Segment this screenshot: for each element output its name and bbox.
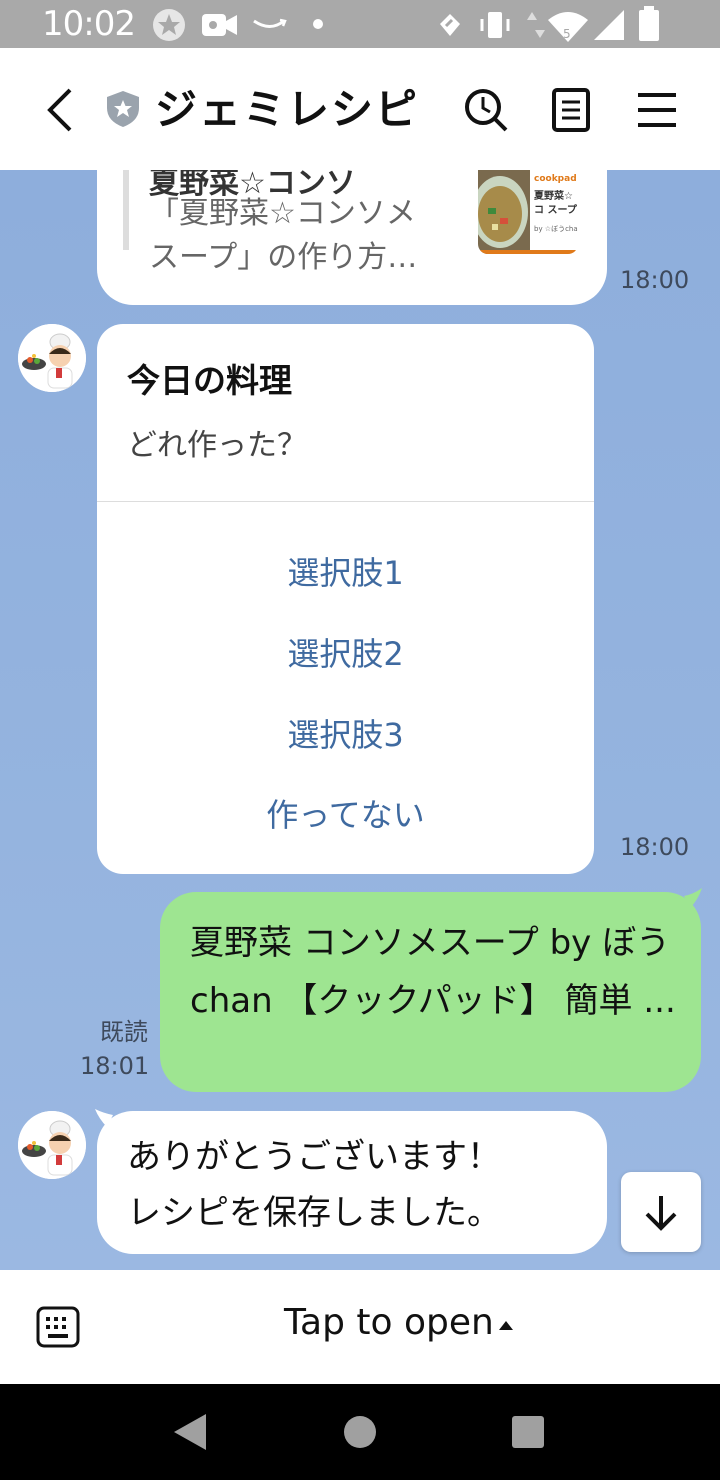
keyboard-icon[interactable]	[36, 1306, 80, 1348]
menu-icon[interactable]	[638, 92, 676, 128]
chef-avatar-icon	[18, 1111, 86, 1179]
notes-icon[interactable]	[552, 88, 590, 132]
quote-bar	[123, 170, 129, 250]
link-preview-thumbnail: cookpad 夏野菜☆コ スープ by ☆ぼうchan	[478, 170, 578, 254]
cookpad-brand: cookpad	[534, 174, 577, 184]
chef-avatar-icon	[18, 324, 86, 392]
amazon-icon	[253, 18, 287, 28]
bot-reply-line2: レシピを保存しました。	[127, 1193, 501, 1233]
card-option-3[interactable]: 選択肢3	[97, 710, 594, 756]
message-time: 18:00	[620, 266, 690, 294]
arrow-down-icon	[645, 1196, 677, 1231]
back-icon[interactable]	[44, 88, 74, 132]
bot-reply-line1: ありがとうございます！	[127, 1137, 501, 1177]
input-bar: Tap to open	[0, 1270, 720, 1384]
bot-reply-bubble[interactable]: ありがとうございます！ レシピを保存しました。	[97, 1111, 607, 1254]
chat-area[interactable]: 夏野菜☆コンソ 「夏野菜☆コンソメスープ」の作り方… cookpad 夏野菜☆コ…	[0, 170, 720, 1270]
chat-title[interactable]: ジェミレシピ	[155, 76, 419, 137]
bot-avatar[interactable]	[18, 1111, 86, 1179]
dot-icon	[313, 19, 323, 29]
link-preview-bubble[interactable]: 夏野菜☆コンソ 「夏野菜☆コンソメスープ」の作り方… cookpad 夏野菜☆コ…	[97, 170, 607, 305]
video-icon	[202, 14, 237, 36]
link-preview-description: 「夏野菜☆コンソメスープ」の作り方…	[149, 196, 418, 275]
signal-icon	[594, 10, 624, 40]
card-option-1[interactable]: 選択肢1	[97, 548, 594, 594]
quick-reply-card: 今日の料理 どれ作った？ 選択肢1 選択肢2 選択肢3 作ってない	[97, 324, 594, 874]
data-arrows-icon	[527, 12, 545, 38]
svg-text:5: 5	[563, 27, 571, 41]
battery-icon	[639, 6, 659, 41]
system-nav-bar	[0, 1384, 720, 1480]
status-time: 10:02	[42, 4, 136, 44]
chat-header: ジェミレシピ	[0, 48, 720, 171]
scroll-down-button[interactable]	[621, 1172, 701, 1252]
search-clock-icon[interactable]	[464, 88, 508, 132]
tap-to-open-button[interactable]: Tap to open	[284, 1302, 494, 1343]
home-nav-icon[interactable]	[342, 1414, 378, 1450]
user-message-bubble[interactable]: 夏野菜 コンソメスープ by ぼうchan 【クックパッド】 簡単 ...	[160, 892, 701, 1092]
thumb-byline: by ☆ぼうchan	[534, 225, 578, 233]
thumb-title: 夏野菜☆コ スープ	[534, 191, 577, 216]
card-divider	[97, 501, 594, 502]
user-message-text: 夏野菜 コンソメスープ by ぼうchan 【クックパッド】 簡単 ...	[190, 923, 676, 1021]
card-option-2[interactable]: 選択肢2	[97, 629, 594, 675]
card-time: 18:00	[620, 833, 690, 861]
vibrate-icon	[480, 12, 510, 38]
recents-nav-icon[interactable]	[510, 1414, 546, 1450]
shield-icon	[107, 91, 139, 127]
card-subtitle: どれ作った？	[127, 428, 307, 463]
back-nav-icon[interactable]	[172, 1412, 208, 1452]
caret-up-icon[interactable]	[498, 1320, 514, 1332]
user-message-time: 18:01	[80, 1052, 150, 1080]
status-bar: 10:02 5	[0, 0, 720, 48]
bubble-tail-icon	[95, 1109, 113, 1127]
read-receipt: 既読	[100, 1018, 148, 1046]
card-title: 今日の料理	[127, 361, 292, 400]
card-option-not-made[interactable]: 作ってない	[97, 790, 594, 836]
star-notification-icon	[153, 9, 185, 41]
bot-avatar[interactable]	[18, 324, 86, 392]
wifi-icon: 5	[548, 12, 588, 42]
nfc-icon	[440, 14, 460, 36]
bubble-tail-icon	[684, 888, 702, 908]
